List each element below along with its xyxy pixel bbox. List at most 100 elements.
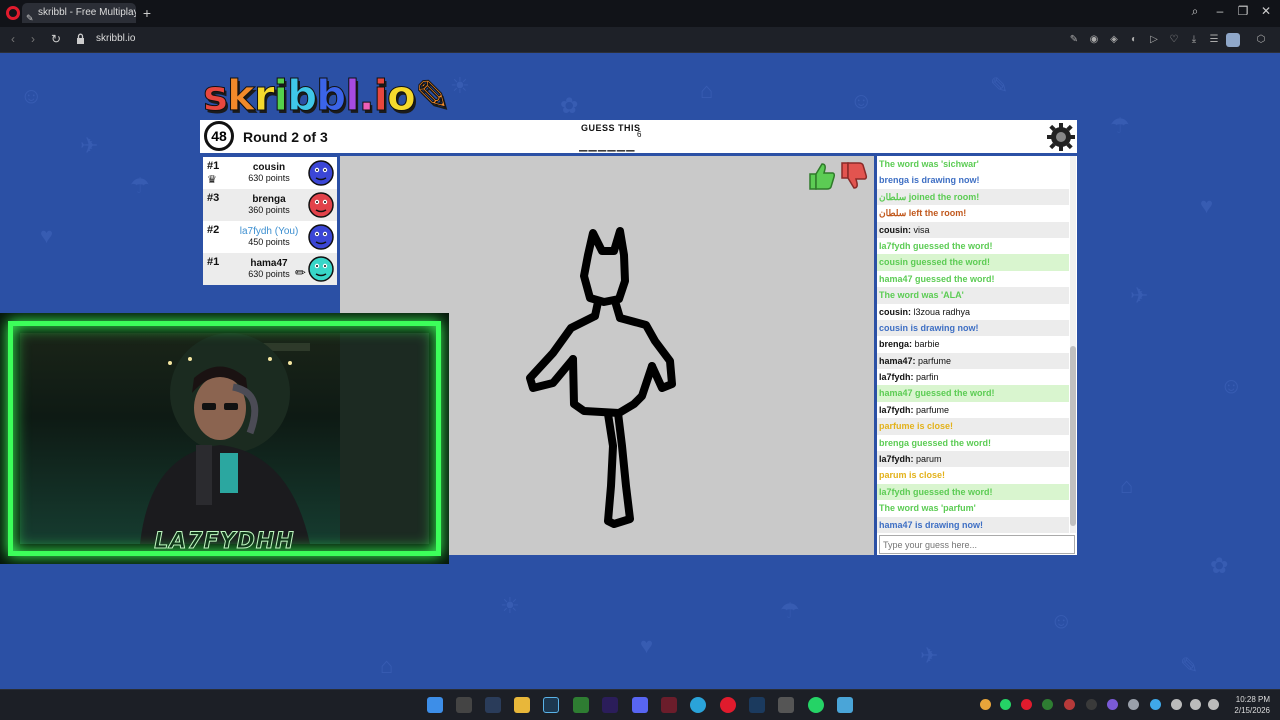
heart-icon[interactable]: ♡ (1167, 33, 1181, 47)
chat-message: brenga: barbie (877, 336, 1069, 352)
opera-icon[interactable] (720, 697, 736, 713)
background-doodle: ✈ (920, 643, 939, 668)
minimize-button[interactable]: – (1210, 4, 1230, 18)
back-button[interactable]: ‹ (6, 32, 20, 46)
camera-icon[interactable]: ◉ (1087, 33, 1101, 47)
player-points: 450 points (248, 237, 290, 247)
tray-icon[interactable] (980, 699, 991, 710)
extension-icon[interactable]: ◐ (1127, 33, 1141, 47)
menu-icon[interactable]: ☰ (1207, 33, 1221, 47)
timer-clock: 48 (204, 121, 234, 151)
chat-text: la7fydh guessed the word! (879, 486, 993, 497)
chat-scrollbar-thumb[interactable] (1070, 346, 1076, 526)
background-doodle: ♥ (1200, 193, 1214, 218)
chat-text: parfume (913, 404, 950, 415)
tray-icon[interactable] (1150, 699, 1161, 710)
tray-whatsapp-icon[interactable] (1000, 699, 1011, 710)
url-field[interactable]: skribbl.io (96, 33, 135, 44)
maximize-button[interactable]: ❐ (1233, 4, 1253, 18)
epic-games-icon[interactable] (456, 697, 472, 713)
player-name: cousin (252, 162, 286, 173)
webcam-glow-frame (8, 321, 441, 556)
premiere-icon[interactable] (602, 697, 618, 713)
player-list: #1 ♛ cousin 630 points #3 brenga 360 points #2 l… (203, 157, 337, 285)
shield-icon[interactable]: ◈ (1107, 33, 1121, 47)
profile-icon[interactable] (1226, 33, 1240, 47)
chat-text: parum is close! (879, 470, 946, 481)
chat-text: parfume (915, 355, 952, 366)
system-clock[interactable]: 10:28 PM 2/15/2026 (1226, 694, 1270, 716)
chat-text: l3zoua radhya (911, 306, 971, 317)
davinci-icon[interactable] (485, 697, 501, 713)
streamer-webcam-overlay: LA7FYDHH (0, 313, 449, 564)
tray-icon[interactable] (1064, 699, 1075, 710)
xbox-icon[interactable] (573, 697, 589, 713)
player-row[interactable]: #2 la7fydh (You) 450 points (203, 221, 337, 253)
notepad-icon[interactable] (837, 697, 853, 713)
crown-icon: ♛ (207, 174, 217, 186)
address-bar: ‹ › ↻ skribbl.io ✎ ◉ ◈ ◐ ▷ ♡ ⤓ ☰ ⬡ (0, 27, 1280, 53)
skribbl-logo[interactable]: skribbl.io✎ (203, 71, 451, 121)
player-rank: #1 (207, 160, 220, 172)
player-avatar (308, 160, 334, 186)
chat-message: سلطان left the room! (877, 205, 1069, 221)
tray-icon[interactable] (1128, 699, 1139, 710)
chat-message: hama47 guessed the word! (877, 385, 1069, 402)
new-tab-button[interactable]: + (139, 5, 155, 21)
telegram-icon[interactable] (690, 697, 706, 713)
file-explorer-icon[interactable] (514, 697, 530, 713)
forward-button[interactable]: › (26, 32, 40, 46)
player-name: brenga (252, 194, 286, 205)
player-row[interactable]: #1 ♛ cousin 630 points (203, 157, 337, 189)
tray-opera-icon[interactable] (1021, 699, 1032, 710)
player-avatar (308, 192, 334, 218)
search-tabs-icon[interactable]: ⌕ (1185, 4, 1205, 19)
chat-text: The word was 'parfum' (879, 503, 976, 514)
player-rank: #1 (207, 256, 220, 268)
browser-tab[interactable]: ✎ skribbl - Free Multiplayer (22, 3, 136, 23)
background-doodle: ✿ (560, 93, 579, 118)
chat-text: hama47 guessed the word! (879, 388, 995, 399)
reload-button[interactable]: ↻ (49, 32, 63, 46)
chat-message: cousin: visa (877, 221, 1069, 238)
whatsapp-icon[interactable] (808, 697, 824, 713)
download-icon[interactable]: ⤓ (1187, 33, 1201, 47)
tray-icon[interactable] (1086, 699, 1097, 710)
discord-icon[interactable] (632, 697, 648, 713)
player-name: la7fydh (You) (239, 226, 299, 237)
steam-icon[interactable] (749, 697, 765, 713)
tray-icon[interactable] (1042, 699, 1053, 710)
chat-message: la7fydh: parfume (877, 402, 1069, 418)
obs-icon[interactable] (778, 697, 794, 713)
chat-text: brenga is drawing now! (879, 175, 980, 186)
volume-icon[interactable] (1208, 699, 1219, 710)
edit-icon[interactable]: ✎ (1067, 33, 1081, 47)
chat-text: hama47 guessed the word! (879, 273, 995, 284)
chat-scrollbar[interactable] (1070, 156, 1076, 533)
lightroom-icon[interactable] (543, 697, 559, 713)
chat-message: parfume is close! (877, 418, 1069, 435)
settings-gear-icon[interactable] (1047, 123, 1075, 151)
chat-message: la7fydh: parum (877, 451, 1069, 468)
guess-input[interactable] (879, 535, 1075, 554)
chat-text: visa (911, 224, 930, 235)
app-icon[interactable] (661, 697, 677, 713)
player-row[interactable]: #3 brenga 360 points (203, 189, 337, 221)
chat-message: la7fydh: parfin (877, 369, 1069, 385)
player-points: 630 points (248, 173, 290, 183)
background-doodle: ☺ (1220, 373, 1243, 398)
tab-favicon-icon: ✎ (26, 13, 34, 23)
tray-icon[interactable] (1107, 699, 1118, 710)
background-doodle: ✿ (1210, 553, 1229, 578)
pencil-icon: ✏ (295, 265, 306, 280)
sidebar-icon[interactable]: ⬡ (1254, 33, 1268, 47)
player-row[interactable]: #1 hama47 630 points ✏ (203, 253, 337, 285)
wifi-icon[interactable] (1190, 699, 1201, 710)
opera-menu-icon[interactable] (6, 6, 20, 20)
play-icon[interactable]: ▷ (1147, 33, 1161, 47)
chat-message: brenga is drawing now! (877, 172, 1069, 188)
start-menu-icon[interactable] (427, 697, 443, 713)
close-window-button[interactable]: ✕ (1256, 4, 1276, 18)
microphone-icon[interactable] (1171, 699, 1182, 710)
background-doodle: ☺ (850, 88, 873, 113)
